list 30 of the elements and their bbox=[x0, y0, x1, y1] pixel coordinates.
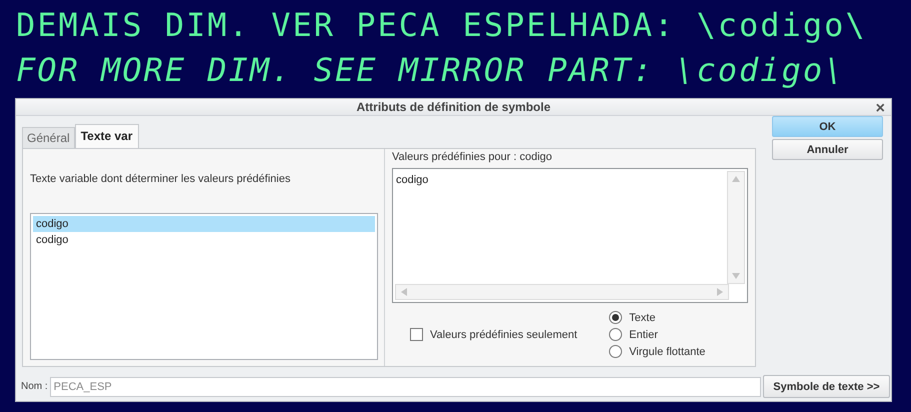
cancel-button[interactable]: Annuler bbox=[772, 139, 883, 160]
ok-button[interactable]: OK bbox=[772, 116, 883, 137]
vertical-scrollbar[interactable] bbox=[727, 171, 745, 284]
checkbox-label: Valeurs prédéfinies seulement bbox=[430, 328, 578, 340]
list-item[interactable]: codigo bbox=[396, 174, 724, 186]
radio-button[interactable] bbox=[609, 311, 622, 324]
right-arrow-icon[interactable] bbox=[715, 288, 725, 296]
down-arrow-icon[interactable] bbox=[731, 272, 741, 280]
list-item[interactable]: codigo bbox=[33, 232, 375, 248]
close-button[interactable]: × bbox=[874, 101, 887, 117]
radio-button[interactable] bbox=[609, 328, 622, 341]
radio-label: Virgule flottante bbox=[629, 346, 706, 358]
drawing-note-text: FOR MORE DIM. SEE MIRROR PART: \codigo\ bbox=[16, 50, 846, 91]
list-item[interactable]: codigo bbox=[33, 216, 375, 232]
panel-label: Valeurs prédéfinies pour : codigo bbox=[392, 151, 554, 163]
left-arrow-icon[interactable] bbox=[399, 288, 409, 296]
up-arrow-icon[interactable] bbox=[731, 175, 741, 183]
radio-button[interactable] bbox=[609, 345, 622, 358]
checkbox[interactable] bbox=[410, 328, 423, 341]
drawing-note-text: DEMAIS DIM. VER PECA ESPELHADA: \codigo\ bbox=[16, 5, 867, 46]
tab[interactable]: Texte var bbox=[74, 124, 139, 149]
tab[interactable]: Général bbox=[22, 127, 75, 149]
radio-label: Texte bbox=[629, 312, 656, 324]
radio-label: Entier bbox=[629, 328, 658, 340]
panel-label: Texte variable dont déterminer les valeurs prédéfinies bbox=[30, 173, 292, 185]
name-field[interactable]: PECA_ESP bbox=[50, 376, 761, 396]
horizontal-scrollbar[interactable] bbox=[395, 284, 729, 300]
symbol-button[interactable]: Symbole de texte >> bbox=[763, 375, 890, 398]
field-label: Nom : bbox=[21, 381, 48, 392]
window-title: Attributs de définition de symbole bbox=[356, 100, 550, 114]
